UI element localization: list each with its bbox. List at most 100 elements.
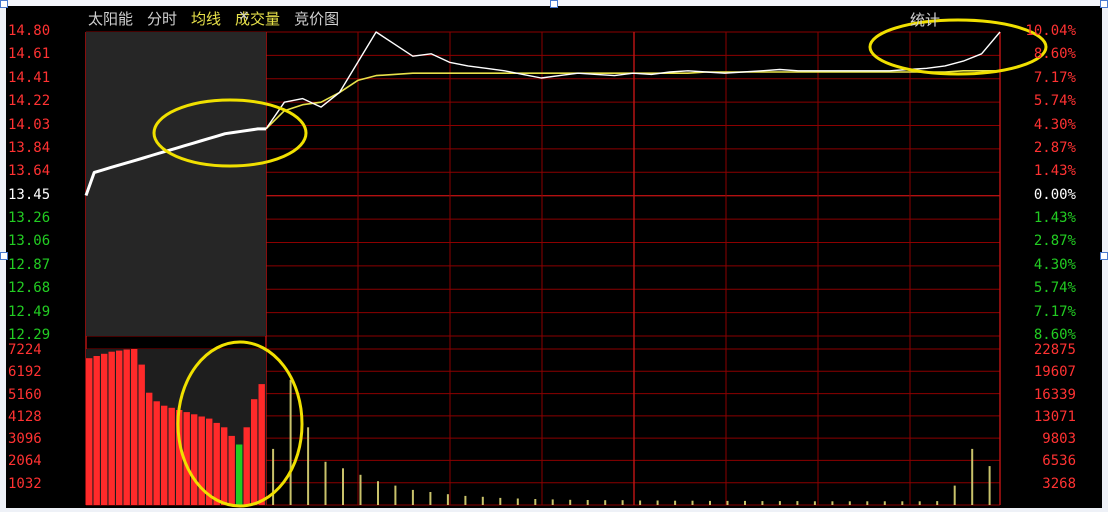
volume-label-right: 6536 [1042,453,1076,470]
percent-label: 4.30% [1033,256,1076,273]
volume-label-right: 16339 [1033,386,1076,403]
auction-volume-bar [168,407,175,505]
auction-volume-bar [108,351,115,505]
intraday-volume-bar [883,501,886,505]
volume-label-left: 2064 [8,453,42,470]
intraday-volume-bar [551,499,554,505]
resize-handle-top-left[interactable] [0,0,8,8]
auction-volume-bar [243,427,250,505]
auction-volume-bar [213,422,220,505]
close-icon[interactable]: × [238,8,250,24]
volume-label-right: 3268 [1042,475,1076,492]
intraday-volume-bar [586,500,589,505]
auction-volume-bar [153,401,160,505]
intraday-volume-bar [709,500,711,505]
percent-label: 8.60% [1033,327,1076,343]
chart-title-bar: 太阳能 分时 均线 成交量 竞价图 [88,8,339,28]
intraday-volume-bar [778,501,781,505]
intraday-volume-bar [761,501,764,505]
auction-volume-bar [93,356,100,505]
intraday-volume-bar [411,489,414,505]
intraday-volume-bar [394,485,397,505]
intraday-volume-bar [953,485,956,505]
auction-volume-bar [221,427,228,505]
volume-label-right: 9803 [1042,431,1076,448]
resize-handle-middle-right[interactable] [1100,252,1108,260]
percent-label: 0.00% [1033,186,1076,203]
auction-volume-bar [86,358,93,505]
price-label: 12.87 [8,256,51,273]
percent-label: 5.74% [1033,280,1076,297]
auction-volume-bar [228,435,235,505]
intraday-volume-bar [429,492,432,505]
percent-label: 10.04% [1025,23,1076,39]
intraday-volume-bar [621,500,624,505]
auction-volume-bar [161,405,168,505]
intraday-volume-bar [307,427,310,505]
intraday-volume-bar [866,501,869,505]
intraday-price-line [265,31,1001,130]
intraday-volume-bar [516,498,519,505]
auction-volume-bar [191,414,198,505]
intraday-volume-bar [377,481,379,505]
auction-volume-bar [258,384,265,505]
intraday-volume-bar [446,494,449,505]
intraday-volume-bar [534,499,537,505]
auction-volume-bar [131,349,138,505]
price-label: 12.49 [8,303,51,320]
percent-label: 7.17% [1033,69,1076,86]
intraday-volume-bar [901,501,904,505]
volume-label-left: 7224 [8,342,42,358]
tab-auction-chart[interactable]: 竞价图 [294,8,339,29]
intraday-volume-bar [272,448,275,505]
intraday-volume-bar [359,474,362,505]
percent-label: 1.43% [1033,163,1076,180]
intraday-volume-bar [796,501,799,505]
auction-volume-bar [146,392,153,505]
percent-label: 8.60% [1033,46,1076,63]
price-label: 13.06 [8,233,51,250]
percent-label: 5.74% [1033,93,1076,110]
volume-label-left: 4128 [8,408,42,425]
intraday-volume-bar [848,501,851,505]
resize-handle-top-right[interactable] [1100,0,1108,8]
auction-volume-bar [123,349,130,505]
volume-label-right: 13071 [1033,408,1076,425]
intraday-volume-bar [744,500,746,505]
time-share-chart[interactable] [0,0,1108,512]
intraday-volume-bar [342,468,344,505]
auction-volume-bar [236,444,243,505]
resize-handle-top-center[interactable] [550,0,558,8]
price-label: 13.26 [8,210,51,227]
statistics-button[interactable]: 统计 [910,9,940,30]
percent-label: 2.87% [1033,139,1076,156]
price-label: 12.29 [8,327,51,343]
percent-label: 1.43% [1033,210,1076,227]
average-price-line [265,70,1000,130]
intraday-volume-bar [674,500,677,505]
percent-label: 7.17% [1033,303,1076,320]
price-label: 13.84 [8,139,51,156]
intraday-volume-bar [324,461,327,505]
volume-label-left: 5160 [8,386,42,403]
resize-handle-middle-left[interactable] [0,252,8,260]
auction-volume-bar [116,350,123,505]
intraday-volume-bar [481,496,484,505]
tab-time-share[interactable]: 分时 [147,8,177,29]
volume-label-left: 6192 [8,364,42,381]
percent-label: 2.87% [1033,233,1076,250]
intraday-volume-bar [988,466,991,505]
tab-average-line[interactable]: 均线 [191,8,221,29]
auction-volume-bar [101,353,108,505]
stock-name[interactable]: 太阳能 [88,8,133,29]
intraday-volume-bar [813,501,816,505]
auction-price-shade [86,32,266,336]
intraday-volume-bar [831,501,834,505]
price-label: 14.22 [8,93,51,110]
intraday-volume-bar [656,500,659,505]
auction-volume-bar [251,399,258,505]
intraday-volume-bar [639,500,642,505]
intraday-volume-bar [691,500,694,505]
volume-label-right: 19607 [1033,364,1076,381]
intraday-volume-bar [971,448,974,505]
